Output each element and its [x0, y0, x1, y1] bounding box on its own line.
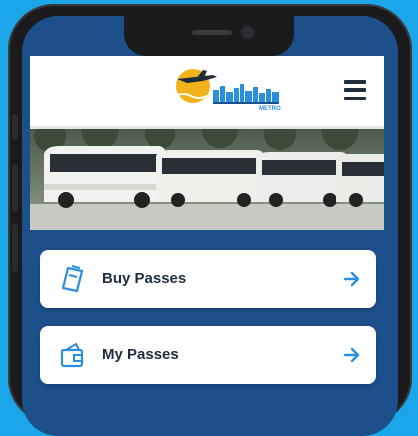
my-passes-label: My Passes [102, 346, 179, 363]
bus-banner-image [30, 126, 384, 230]
notch [124, 16, 294, 56]
metro-logo: METRO [174, 69, 281, 112]
volume-down-button [12, 224, 18, 272]
mute-switch [12, 114, 18, 140]
hamburger-menu-icon[interactable] [344, 80, 366, 100]
app-header: METRO [30, 56, 384, 126]
arrow-right-icon [343, 271, 360, 287]
logo-wordmark: METRO [259, 106, 281, 112]
bus [256, 152, 348, 207]
menu-bar [344, 80, 366, 84]
speaker [192, 30, 232, 35]
menu-bar [344, 88, 366, 92]
my-passes-button[interactable]: My Passes [40, 326, 376, 384]
arrow-right-icon [343, 347, 360, 363]
bus [44, 146, 166, 208]
phone-frame: METRO Buy Passes My Passes [8, 4, 412, 436]
wallet-icon [60, 342, 84, 368]
bus [156, 150, 264, 207]
buy-passes-button[interactable]: Buy Passes [40, 250, 376, 308]
menu-bar [344, 96, 366, 100]
bus [336, 154, 384, 207]
volume-up-button [12, 164, 18, 212]
buy-passes-label: Buy Passes [102, 270, 187, 287]
front-camera [242, 27, 253, 38]
ticket-icon [61, 265, 84, 293]
